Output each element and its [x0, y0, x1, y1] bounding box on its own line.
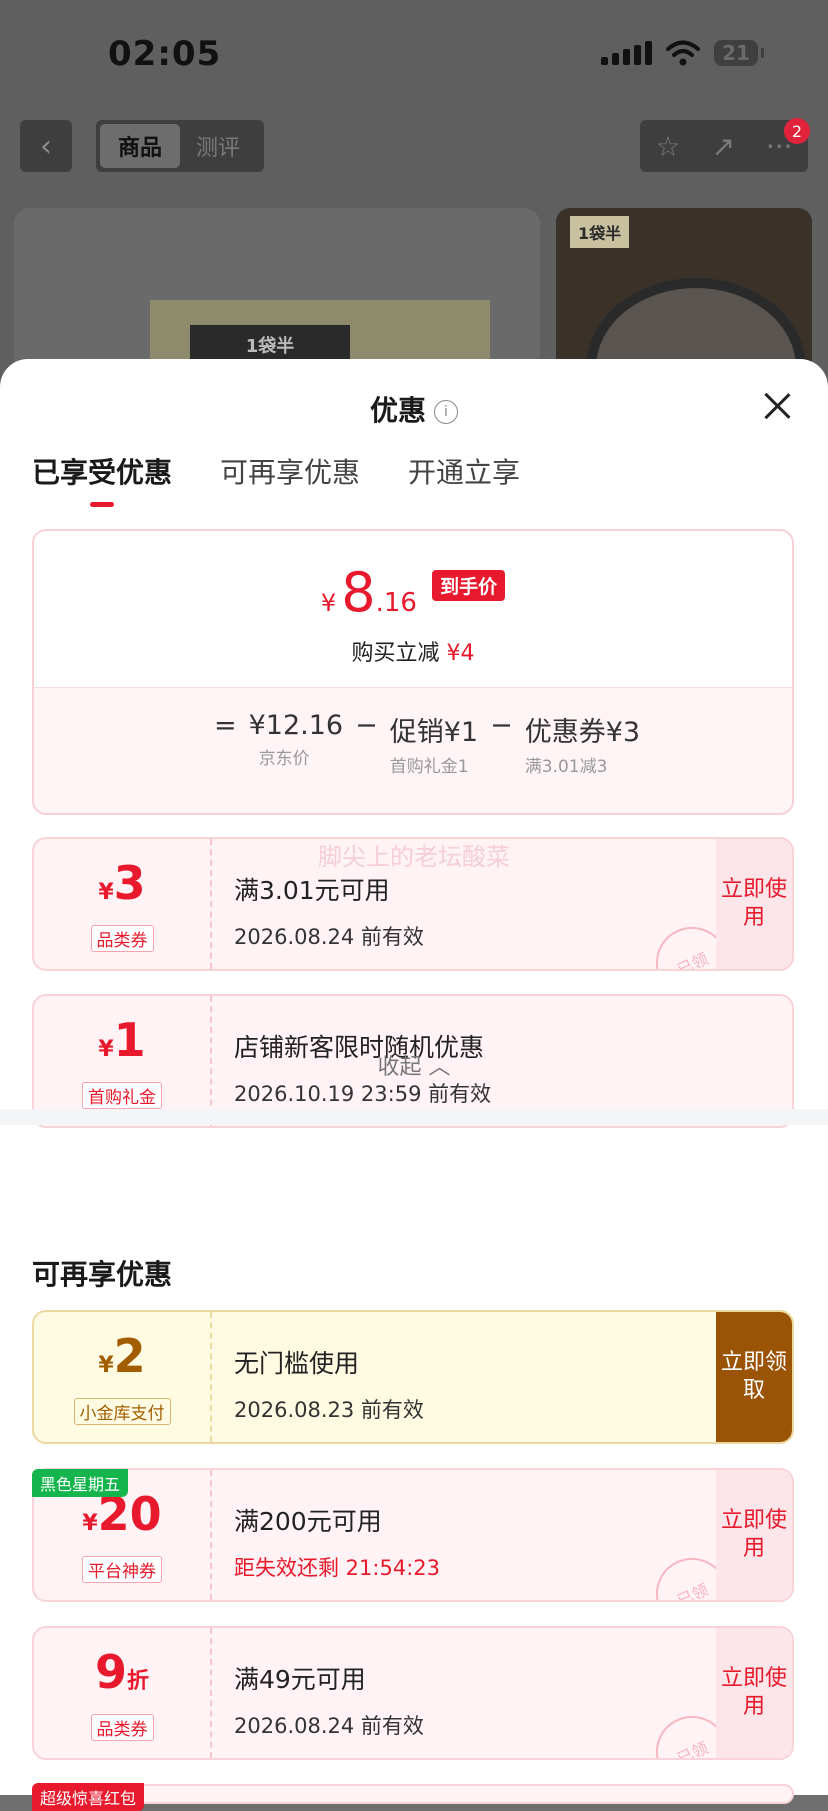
price-summary: ¥ 8.16 到手价 购买立减 ¥4 = ¥12.16 京东价 − 促销¥1 首… — [32, 529, 794, 815]
coupon-kind: 首购礼金 — [82, 1081, 162, 1109]
promo-amount: 促销¥1 首购礼金1 — [390, 710, 478, 779]
coupon-amount: 2 — [113, 1328, 146, 1383]
breakdown-sub: 满3.01减3 — [524, 757, 608, 777]
coupon-card-gold: ¥2 小金库支付 无门槛使用 2026.08.23 前有效 立即领取 — [32, 1310, 794, 1444]
close-icon[interactable] — [762, 391, 792, 421]
tab-open[interactable]: 开通立享 — [408, 451, 520, 491]
price-decimal: .16 — [375, 588, 417, 618]
coupon-card: 9折 品类券 满49元可用 2026.08.24 前有效 已领 立即使用 — [32, 1626, 794, 1760]
coupon-countdown: 距失效还剩 21:54:23 — [234, 1556, 440, 1580]
use-now-button[interactable]: 立即使用 — [716, 1470, 792, 1600]
info-icon[interactable]: i — [434, 400, 458, 424]
coupon-kind: 平台神券 — [82, 1555, 162, 1583]
discount-unit: 折 — [127, 1668, 150, 1694]
coupon-condition: 无门槛使用 — [234, 1349, 360, 1378]
coupon-condition: 满3.01元可用 — [234, 876, 390, 905]
promo-ribbon: 超级惊喜红包 — [32, 1783, 145, 1811]
price-breakdown: = ¥12.16 京东价 − 促销¥1 首购礼金1 − 优惠券¥3 满3.01减… — [34, 687, 792, 813]
signal-icon — [601, 41, 652, 65]
breakdown-sub: 首购礼金1 — [389, 757, 469, 777]
top-actions: ☆ ↗ ··· — [640, 120, 808, 172]
promo-ribbon: 黑色星期五 — [32, 1469, 129, 1497]
coupon-card-partial — [32, 1784, 794, 1804]
discount-tabs: 已享受优惠 可再享优惠 开通立享 — [32, 451, 520, 507]
coupon-condition: 满200元可用 — [234, 1507, 382, 1536]
minus-sign: − — [355, 710, 378, 741]
coupon-kind: 小金库支付 — [73, 1397, 171, 1425]
jd-price: ¥12.16 京东价 — [249, 710, 343, 771]
star-icon[interactable]: ☆ — [655, 130, 680, 163]
watermark-text: 脚尖上的老坛酸菜 — [318, 843, 510, 871]
use-now-button[interactable]: 立即使用 — [716, 1628, 792, 1758]
coupon-expiry: 2026.08.23 前有效 — [234, 1398, 424, 1422]
tab-product[interactable]: 商品 — [100, 124, 180, 168]
sheet-title: 优惠 i — [0, 389, 828, 429]
wifi-icon — [666, 40, 700, 66]
final-price: ¥ 8.16 到手价 — [34, 561, 792, 624]
battery-icon: 21 — [714, 40, 764, 66]
tab-enjoyed[interactable]: 已享受优惠 — [32, 451, 172, 507]
coupon-kind: 品类券 — [90, 1713, 154, 1741]
back-button[interactable]: ‹ — [20, 120, 72, 172]
breakdown-main: 优惠券¥3 — [524, 717, 641, 748]
collapse-button[interactable]: 收起 ︿ — [0, 1049, 828, 1081]
minus-sign: − — [490, 710, 513, 741]
status-icons: 21 — [601, 40, 764, 66]
coupon-expiry: 2026.08.24 前有效 — [234, 1714, 424, 1738]
coupon-expiry: 2026.10.19 23:59 前有效 — [234, 1082, 492, 1106]
claim-now-button[interactable]: 立即领取 — [716, 1312, 792, 1442]
background-page: 02:05 21 ‹ 商品 测评 ☆ ↗ ··· 2 1袋半 1袋半 — [0, 0, 828, 410]
chevron-left-icon: ‹ — [40, 128, 52, 164]
equals-sign: = — [214, 710, 237, 741]
tab-more[interactable]: 可再享优惠 — [220, 451, 360, 491]
share-icon[interactable]: ↗ — [711, 130, 734, 163]
message-badge: 2 — [784, 118, 810, 144]
coupon-amount: 优惠券¥3 满3.01减3 — [525, 710, 640, 779]
section-divider — [0, 1109, 828, 1125]
coupon-card: ¥20 平台神券 满200元可用 距失效还剩 21:54:23 已领 立即使用 — [32, 1468, 794, 1602]
sheet-title-text: 优惠 — [369, 394, 426, 427]
coupon-amount: 9 — [94, 1644, 127, 1699]
reduce-amount: ¥4 — [446, 641, 475, 666]
tab-review[interactable]: 测评 — [196, 130, 240, 162]
breakdown-sub: 京东价 — [258, 749, 310, 769]
coupon-value: 9折 品类券 — [34, 1628, 212, 1758]
more-section-title: 可再享优惠 — [32, 1258, 173, 1291]
coupon-expiry: 2026.08.24 前有效 — [234, 925, 424, 949]
thumbnail-brand-tag: 1袋半 — [570, 216, 630, 248]
coupon-kind: 品类券 — [90, 924, 154, 952]
price-tag: 到手价 — [432, 570, 506, 601]
product-tabs: 商品 测评 — [96, 120, 264, 172]
yen: ¥ — [82, 1510, 98, 1536]
coupon-condition: 满49元可用 — [234, 1665, 366, 1694]
reduce-label: 购买立减 — [351, 641, 440, 666]
price-integer: 8 — [341, 561, 376, 624]
status-time: 02:05 — [108, 34, 222, 74]
breakdown-main: 促销¥1 — [389, 717, 479, 748]
currency-symbol: ¥ — [320, 589, 337, 617]
reduce-line: 购买立减 ¥4 — [34, 635, 792, 667]
yen: ¥ — [98, 879, 114, 905]
coupon-value: ¥2 小金库支付 — [34, 1312, 212, 1442]
breakdown-main: ¥12.16 — [248, 710, 344, 741]
yen: ¥ — [98, 1352, 114, 1378]
